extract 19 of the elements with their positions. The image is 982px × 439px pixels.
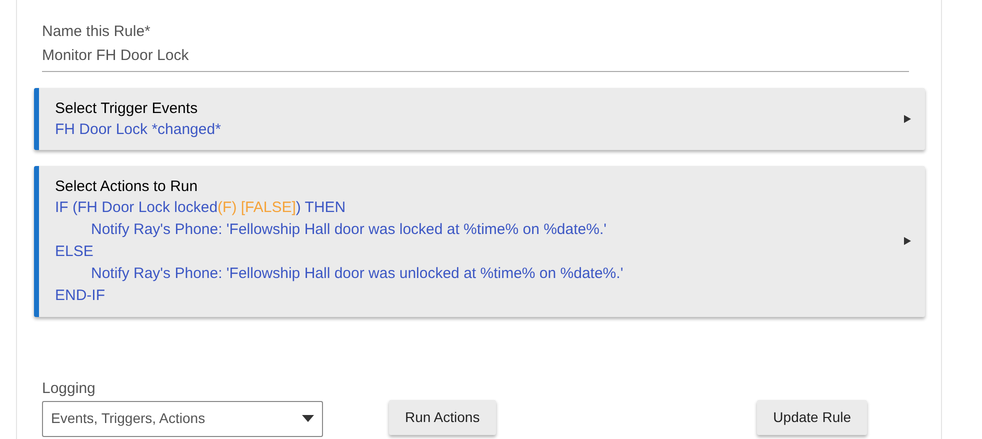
logging-select[interactable]: Events, Triggers, Actions xyxy=(42,400,323,436)
action-line: ELSE xyxy=(55,242,94,262)
section-title: Select Actions to Run xyxy=(55,176,199,196)
dropdown-caret-icon xyxy=(302,415,314,422)
section-panel[interactable]: Select Trigger Events FH Door Lock *changed* xyxy=(34,88,925,150)
expand-icon xyxy=(904,114,911,122)
section-panel[interactable] xyxy=(34,166,925,316)
section-title: Select Trigger Events xyxy=(55,98,199,118)
action-button[interactable]: Update Rule xyxy=(757,400,867,434)
rule-name-field[interactable]: Monitor FH Door Lock xyxy=(42,42,909,72)
action-button[interactable]: Run Actions xyxy=(389,400,496,434)
action-line: IF (FH Door Lock locked(F) [FALSE]) THEN xyxy=(55,198,347,218)
trigger-summary: FH Door Lock *changed* xyxy=(55,120,222,140)
expand-icon xyxy=(904,237,911,245)
action-line: Notify Ray's Phone: 'Fellowship Hall door was unlocked at %time% on %date%.' xyxy=(91,264,624,284)
field-label: Name this Rule* xyxy=(42,22,152,42)
action-line: Notify Ray's Phone: 'Fellowship Hall door was locked at %time% on %date%.' xyxy=(91,220,608,240)
field-label: Logging xyxy=(42,378,96,398)
action-line: END-IF xyxy=(55,286,106,306)
